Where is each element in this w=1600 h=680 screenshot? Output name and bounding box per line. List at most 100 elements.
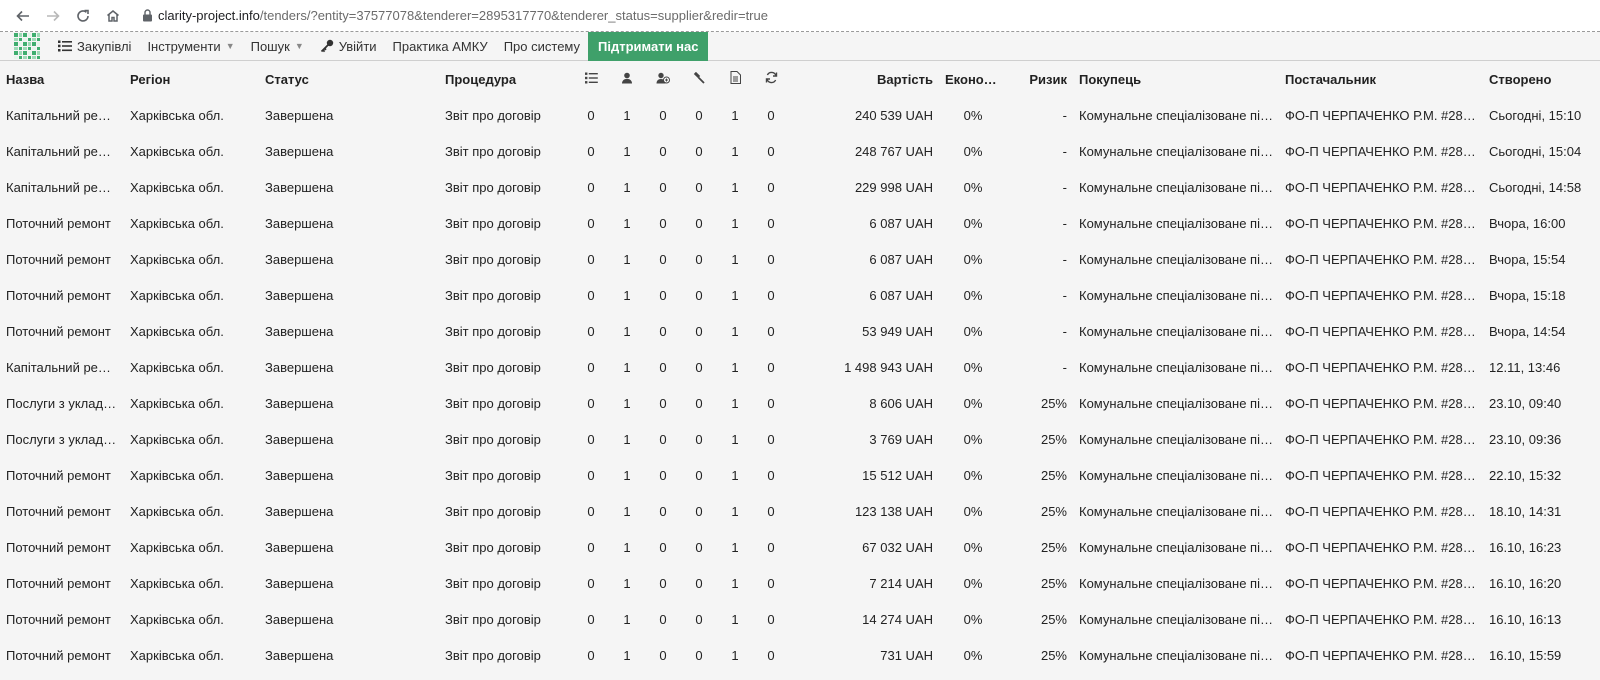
home-icon[interactable]	[98, 1, 128, 31]
cell-buyer[interactable]: Комунальне спеціалізоване підприємство	[1073, 565, 1279, 601]
table-row[interactable]: Капітальний ремонт Харківська обл. Заверше…	[0, 133, 1600, 169]
cell-buyer[interactable]: Комунальне спеціалізоване підприємство	[1073, 457, 1279, 493]
col-status-header[interactable]: Статус	[259, 61, 439, 97]
table-row[interactable]: Капітальний ремонт Харківська обл. Заверше…	[0, 97, 1600, 133]
cell-supplier[interactable]: ФО-П ЧЕРПАЧЕНКО Р.М. #2895317770	[1279, 565, 1483, 601]
table-row[interactable]: Поточний ремонт Харківська обл. Завершена З…	[0, 637, 1600, 673]
reload-icon[interactable]	[68, 1, 98, 31]
col-documents-header[interactable]	[717, 61, 753, 97]
cell-supplier[interactable]: ФО-П ЧЕРПАЧЕНКО Р.М. #2895317770	[1279, 277, 1483, 313]
cell-name[interactable]: Капітальний ремонт	[0, 349, 124, 385]
table-row[interactable]: Поточний ремонт Харківська обл. Завершена З…	[0, 493, 1600, 529]
cell-participants-count: 1	[623, 503, 631, 519]
cell-supplier[interactable]: ФО-П ЧЕРПАЧЕНКО Р.М. #2895317770	[1279, 205, 1483, 241]
col-region-header[interactable]: Регіон	[124, 61, 259, 97]
table-row[interactable]: Поточний ремонт Харківська обл. Завершена З…	[0, 241, 1600, 277]
forward-icon[interactable]	[38, 1, 68, 31]
cell-buyer[interactable]: Комунальне спеціалізоване підприємство	[1073, 205, 1279, 241]
table-row[interactable]: Поточний ремонт Харківська обл. Завершена З…	[0, 565, 1600, 601]
cell-name[interactable]: Поточний ремонт	[0, 637, 124, 673]
cell-created: 22.10, 15:32	[1489, 467, 1562, 483]
support-button[interactable]: Підтримати нас	[588, 31, 709, 61]
cell-supplier[interactable]: ФО-П ЧЕРПАЧЕНКО Р.М. #2895317770	[1279, 529, 1483, 565]
cell-buyer[interactable]: Комунальне спеціалізоване підприємство	[1073, 133, 1279, 169]
table-row[interactable]: Поточний ремонт Харківська обл. Завершена З…	[0, 205, 1600, 241]
cell-supplier[interactable]: ФО-П ЧЕРПАЧЕНКО Р.М. #2895317770	[1279, 241, 1483, 277]
col-buyer-header[interactable]: Покупець	[1073, 61, 1279, 97]
table-row[interactable]: Послуги з укладання Харківська обл. Заверш…	[0, 421, 1600, 457]
nav-search[interactable]: Пошук ▼	[243, 32, 312, 61]
col-lots-header[interactable]	[573, 61, 609, 97]
cell-lots-count: 0	[587, 467, 595, 483]
cell-name[interactable]: Поточний ремонт	[0, 313, 124, 349]
col-economy-header[interactable]: Економія	[939, 61, 1007, 97]
cell-name[interactable]: Капітальний ремонт	[0, 169, 124, 205]
cell-supplier[interactable]: ФО-П ЧЕРПАЧЕНКО Р.М. #2895317770	[1279, 133, 1483, 169]
site-logo[interactable]	[14, 33, 40, 59]
cell-buyer[interactable]: Комунальне спеціалізоване підприємство	[1073, 169, 1279, 205]
cell-supplier[interactable]: ФО-П ЧЕРПАЧЕНКО Р.М. #2895317770	[1279, 421, 1483, 457]
nav-about[interactable]: Про систему	[496, 32, 588, 61]
cell-name[interactable]: Поточний ремонт	[0, 205, 124, 241]
lock-icon[interactable]	[136, 1, 158, 31]
cell-name[interactable]: Поточний ремонт	[0, 565, 124, 601]
cell-supplier[interactable]: ФО-П ЧЕРПАЧЕНКО Р.М. #2895317770	[1279, 601, 1483, 637]
cell-buyer[interactable]: Комунальне спеціалізоване підприємство	[1073, 493, 1279, 529]
cell-name[interactable]: Поточний ремонт	[0, 529, 124, 565]
table-row[interactable]: Послуги з укладання Харківська обл. Заверш…	[0, 385, 1600, 421]
address-bar[interactable]: clarity-project.info/tenders/?entity=375…	[158, 8, 768, 23]
nav-login[interactable]: Увійти	[312, 32, 385, 61]
cell-economy: 0%	[963, 179, 983, 195]
cell-buyer[interactable]: Комунальне спеціалізоване підприємство	[1073, 421, 1279, 457]
cell-name[interactable]: Капітальний ремонт	[0, 133, 124, 169]
col-applicants-header[interactable]	[645, 61, 681, 97]
cell-supplier[interactable]: ФО-П ЧЕРПАЧЕНКО Р.М. #2895317770	[1279, 637, 1483, 673]
table-row[interactable]: Поточний ремонт Харківська обл. Завершена З…	[0, 457, 1600, 493]
cell-name[interactable]: Поточний ремонт	[0, 601, 124, 637]
cell-supplier[interactable]: ФО-П ЧЕРПАЧЕНКО Р.М. #2895317770	[1279, 349, 1483, 385]
table-row[interactable]: Поточний ремонт Харківська обл. Завершена З…	[0, 313, 1600, 349]
cell-name[interactable]: Послуги з укладання	[0, 385, 124, 421]
table-row[interactable]: Капітальний ремонт Харківська обл. Заверше…	[0, 169, 1600, 205]
col-changes-header[interactable]	[753, 61, 789, 97]
table-row[interactable]: Поточний ремонт Харківська обл. Завершена З…	[0, 277, 1600, 313]
cell-buyer[interactable]: Комунальне спеціалізоване підприємство	[1073, 349, 1279, 385]
cell-documents-count: 1	[731, 323, 739, 339]
cell-supplier[interactable]: ФО-П ЧЕРПАЧЕНКО Р.М. #2895317770	[1279, 457, 1483, 493]
cell-name[interactable]: Капітальний ремонт	[0, 97, 124, 133]
cell-name[interactable]: Поточний ремонт	[0, 241, 124, 277]
cell-buyer[interactable]: Комунальне спеціалізоване підприємство	[1073, 241, 1279, 277]
cell-buyer[interactable]: Комунальне спеціалізоване підприємство	[1073, 529, 1279, 565]
col-procedure-header[interactable]: Процедура	[439, 61, 573, 97]
cell-supplier[interactable]: ФО-П ЧЕРПАЧЕНКО Р.М. #2895317770	[1279, 385, 1483, 421]
cell-supplier[interactable]: ФО-П ЧЕРПАЧЕНКО Р.М. #2895317770	[1279, 169, 1483, 205]
nav-amku[interactable]: Практика АМКУ	[385, 32, 496, 61]
back-icon[interactable]	[8, 1, 38, 31]
col-supplier-header[interactable]: Постачальник	[1279, 61, 1483, 97]
nav-purchases[interactable]: Закупівлі	[50, 32, 139, 61]
col-auction-header[interactable]	[681, 61, 717, 97]
col-risk-header[interactable]: Ризик	[1007, 61, 1073, 97]
cell-buyer[interactable]: Комунальне спеціалізоване підприємство	[1073, 97, 1279, 133]
cell-buyer[interactable]: Комунальне спеціалізоване підприємство	[1073, 385, 1279, 421]
cell-supplier[interactable]: ФО-П ЧЕРПАЧЕНКО Р.М. #2895317770	[1279, 313, 1483, 349]
cell-supplier[interactable]: ФО-П ЧЕРПАЧЕНКО Р.М. #2895317770	[1279, 493, 1483, 529]
cell-supplier[interactable]: ФО-П ЧЕРПАЧЕНКО Р.М. #2895317770	[1279, 97, 1483, 133]
cell-name[interactable]: Послуги з укладання	[0, 421, 124, 457]
table-row[interactable]: Поточний ремонт Харківська обл. Завершена З…	[0, 529, 1600, 565]
col-cost-header[interactable]: Вартість	[789, 61, 939, 97]
nav-tools[interactable]: Інструменти ▼	[139, 32, 242, 61]
cell-buyer[interactable]: Комунальне спеціалізоване підприємство	[1073, 637, 1279, 673]
cell-name[interactable]: Поточний ремонт	[0, 457, 124, 493]
cell-name[interactable]: Поточний ремонт	[0, 277, 124, 313]
cell-lots-count: 0	[587, 611, 595, 627]
cell-name[interactable]: Поточний ремонт	[0, 493, 124, 529]
table-row[interactable]: Капітальний ремонт Харківська обл. Заверше…	[0, 349, 1600, 385]
col-name-header[interactable]: Назва	[0, 61, 124, 97]
col-participants-header[interactable]	[609, 61, 645, 97]
cell-buyer[interactable]: Комунальне спеціалізоване підприємство	[1073, 601, 1279, 637]
cell-buyer[interactable]: Комунальне спеціалізоване підприємство	[1073, 313, 1279, 349]
table-row[interactable]: Поточний ремонт Харківська обл. Завершена З…	[0, 601, 1600, 637]
cell-buyer[interactable]: Комунальне спеціалізоване підприємство	[1073, 277, 1279, 313]
col-created-header[interactable]: Створено	[1483, 61, 1600, 97]
